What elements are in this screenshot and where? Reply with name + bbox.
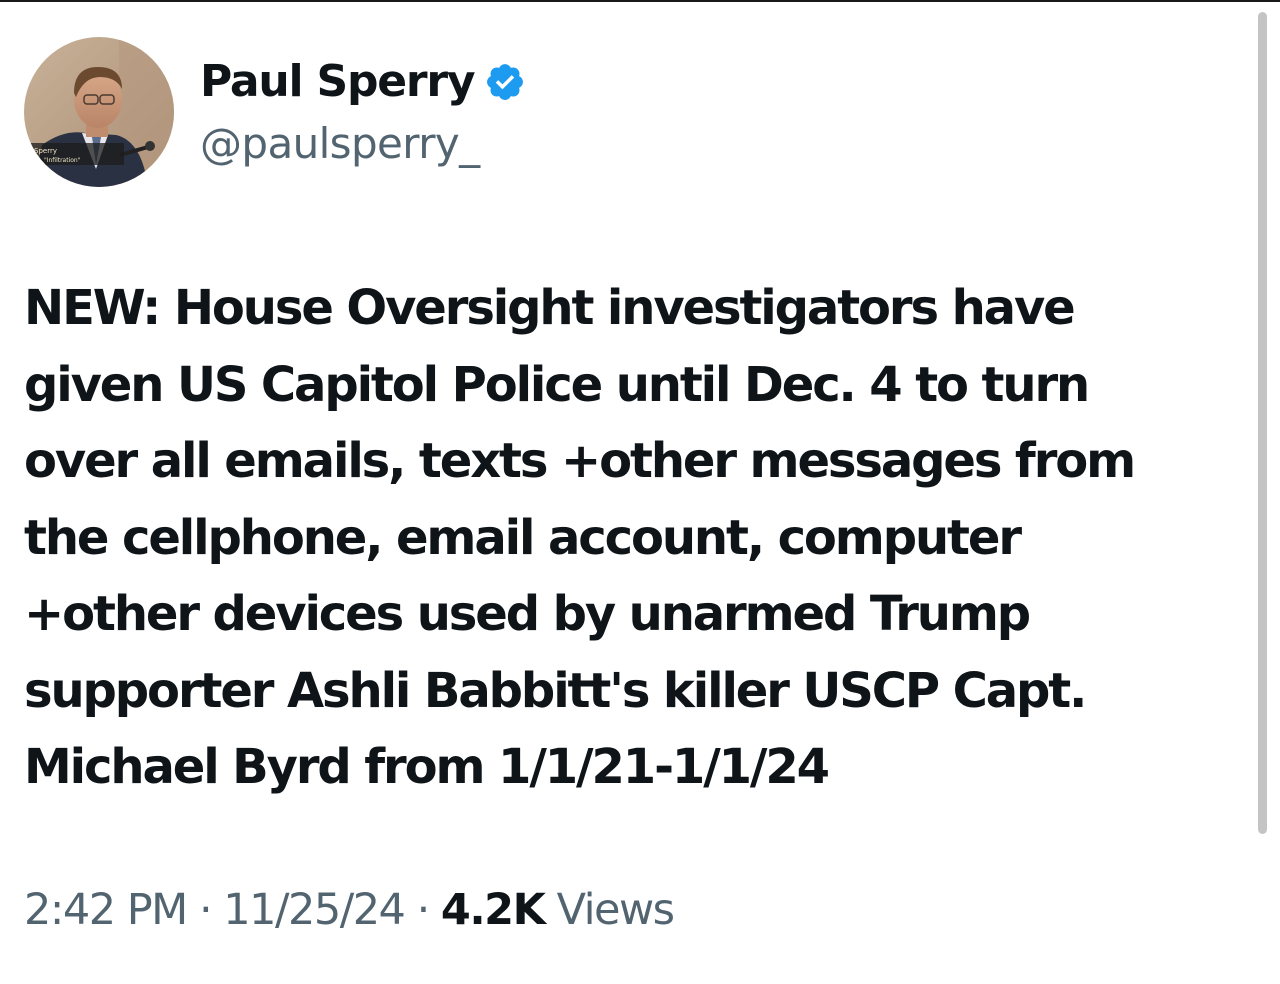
tweet-line: NEW: House Oversight investigators have [24, 280, 1076, 336]
tweet-line: +other devices used by unarmed Trump [24, 586, 1031, 642]
tweet-date[interactable]: 11/25/24 [223, 885, 406, 935]
top-divider [0, 0, 1280, 2]
tweet-meta: 2:42 PM · 11/25/24 · 4.2K Views [24, 882, 675, 938]
meta-separator: · [416, 885, 431, 935]
avatar[interactable]: Sperry or, "Infiltration" [24, 37, 174, 187]
avatar-caption-line1: Sperry [34, 147, 57, 155]
tweet-line: the cellphone, email account, computer [24, 509, 1022, 566]
author-name-row[interactable]: Paul Sperry [200, 54, 526, 110]
tweet-text: NEW: House Oversight investigators have … [24, 270, 1244, 806]
avatar-caption-line2: or, "Infiltration" [34, 157, 81, 164]
display-name[interactable]: Paul Sperry [200, 54, 476, 110]
scrollbar[interactable] [1258, 12, 1267, 834]
views-label: Views [556, 885, 675, 935]
views-count: 4.2K [440, 885, 546, 935]
author-handle[interactable]: @paulsperry_ [200, 116, 480, 172]
tweet-line: Michael Byrd from 1/1/21-1/1/24 [24, 739, 830, 795]
tweet-line: over all emails, texts +other messages f… [24, 433, 1136, 489]
avatar-photo: Sperry or, "Infiltration" [24, 37, 174, 187]
meta-separator: · [198, 885, 213, 935]
tweet-line: supporter Ashli Babbitt's killer USCP Ca… [24, 662, 1087, 719]
tweet-line: given US Capitol Police until Dec. 4 to … [24, 356, 1090, 413]
verified-badge-icon [484, 61, 526, 103]
tweet-time[interactable]: 2:42 PM [24, 885, 188, 935]
